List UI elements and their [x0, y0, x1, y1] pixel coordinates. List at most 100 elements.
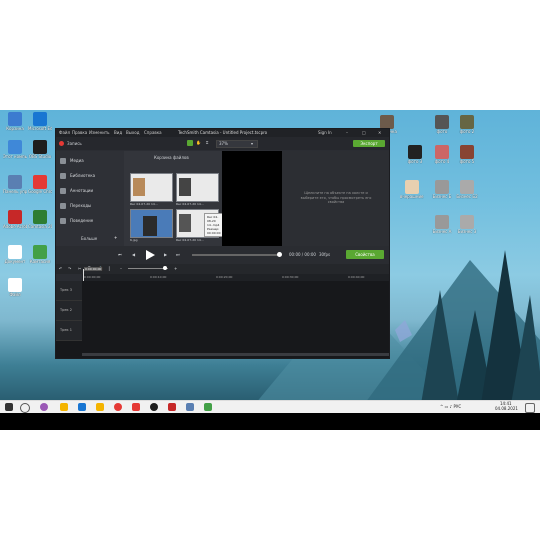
right-desktop-icon[interactable]: фото 5	[455, 145, 479, 164]
left-desktop-icon[interactable]: Microsoft Edge	[28, 112, 52, 131]
desktop-icon-label: Корзина	[6, 126, 24, 131]
search-icon[interactable]	[20, 403, 30, 413]
desktop-icon-image	[8, 175, 22, 189]
scrub-handle[interactable]	[277, 252, 282, 257]
track-label: Трек 1	[60, 328, 72, 332]
sidebar-item-library[interactable]: Библиотека	[58, 171, 122, 181]
more-button[interactable]: Больше	[81, 236, 97, 241]
zoom-select[interactable]: 37% ▾	[216, 140, 258, 148]
start-icon[interactable]	[5, 403, 13, 411]
track-header[interactable]: Трек 1	[56, 321, 82, 341]
sidebar-item-annotations[interactable]: Аннотации	[58, 186, 122, 196]
cortana-icon[interactable]	[40, 403, 48, 411]
folder-icon[interactable]	[96, 403, 104, 411]
title-bar: Файл Правка Изменить Вид Выход Справка T…	[56, 129, 389, 137]
redo-icon[interactable]: ↷	[68, 266, 71, 271]
youtube-icon[interactable]	[132, 403, 140, 411]
rewind-icon[interactable]: ⏮	[118, 252, 122, 257]
right-desktop-icon[interactable]: фото 4	[430, 145, 454, 164]
left-desktop-icon[interactable]: Корзина	[3, 112, 27, 131]
add-icon[interactable]: +	[114, 235, 117, 240]
tray-icons[interactable]: ^ ▭ ♪ РУС	[440, 404, 461, 409]
sidebar-item-media[interactable]: Медиа	[58, 156, 122, 166]
thumbnail-preview	[179, 178, 191, 196]
menu-help[interactable]: Справка	[144, 130, 162, 135]
hand-tool-icon[interactable]: ✋	[196, 140, 201, 145]
left-desktop-icon[interactable]: Этот компьютер	[3, 140, 27, 159]
close-icon[interactable]: ✕	[378, 130, 381, 135]
crop-tool-icon[interactable]: ⌗	[206, 140, 208, 145]
left-desktop-icon[interactable]: OBS Studio	[28, 140, 52, 159]
timeline-zoom-handle[interactable]	[163, 266, 167, 270]
share-button[interactable]: Экспорт	[353, 140, 385, 147]
playhead-time: 0:00:00;00	[84, 267, 103, 271]
timeline-zoom-slider[interactable]	[128, 268, 168, 269]
desktop-icon-image	[33, 140, 47, 154]
obs-icon[interactable]	[150, 403, 158, 411]
menu-edit[interactable]: Правка	[72, 130, 87, 135]
tooltip-line: Rec 04-08-20 14..mp4	[207, 215, 220, 227]
select-tool-icon[interactable]	[187, 140, 193, 146]
maximize-icon[interactable]: □	[362, 130, 366, 135]
explorer-icon[interactable]	[60, 403, 68, 411]
fps-display: 30fps	[319, 252, 331, 257]
left-desktop-icon[interactable]: Камтасия	[28, 245, 52, 264]
track-header[interactable]: Трек 2	[56, 301, 82, 321]
acrobat-icon[interactable]	[168, 403, 176, 411]
canvas-preview[interactable]	[222, 151, 282, 246]
right-desktop-icon[interactable]: фото 3	[403, 145, 427, 164]
right-desktop-icon[interactable]: вчерашние статьи	[400, 180, 424, 199]
menu-modify[interactable]: Изменить	[89, 130, 110, 135]
right-desktop-icon[interactable]: фото 2	[455, 115, 479, 134]
desktop-icon-label: Панель управления	[3, 189, 27, 194]
app-icon[interactable]	[186, 403, 194, 411]
right-desktop-icon[interactable]: фото	[430, 115, 454, 134]
left-desktop-icon[interactable]: Adobe Acrobat	[3, 210, 27, 229]
right-desktop-icon[interactable]: Бизнес Б2	[455, 180, 479, 199]
right-desktop-icon[interactable]: Бизнес 3	[455, 215, 479, 234]
media-thumbnail[interactable]	[176, 173, 219, 202]
clock-date[interactable]: 04.08.2021	[495, 406, 518, 411]
step-back-icon[interactable]: ◀	[132, 252, 135, 257]
left-desktop-icon[interactable]: Панель управления	[3, 175, 27, 194]
media-bin-title: Корзина файлов	[154, 155, 189, 160]
left-desktop-icon[interactable]: Документ	[3, 245, 27, 264]
split-icon[interactable]: ⎮	[108, 266, 110, 271]
left-desktop-icon[interactable]: Camtasia 2019	[28, 210, 52, 229]
menu-file[interactable]: Файл	[59, 130, 70, 135]
right-desktop-icon[interactable]: Бизнес Б	[430, 180, 454, 199]
play-icon[interactable]	[146, 250, 155, 260]
tools-sidebar: Медиа Библиотека Аннотации Переходы Пове…	[56, 151, 124, 246]
right-desktop-icon[interactable]: Бизнес А	[430, 215, 454, 234]
minimize-icon[interactable]: –	[346, 130, 348, 135]
media-thumbnail[interactable]	[130, 209, 173, 238]
left-desktop-icon[interactable]: Google Chrome	[28, 175, 52, 194]
left-desktop-icon[interactable]: Файл	[3, 278, 27, 297]
sign-in-link[interactable]: Sign In	[318, 130, 332, 135]
scrub-bar[interactable]	[192, 254, 280, 256]
notifications-icon[interactable]	[525, 403, 535, 413]
camtasia-taskbar-icon[interactable]	[204, 403, 212, 411]
desktop-icon-label: Бизнес Б	[432, 194, 452, 199]
record-icon[interactable]	[59, 141, 64, 146]
zoom-in-icon[interactable]: +	[174, 266, 177, 271]
edge-icon[interactable]	[78, 403, 86, 411]
zoom-out-icon[interactable]: –	[120, 266, 122, 271]
forward-icon[interactable]: ⏭	[176, 252, 180, 257]
properties-button[interactable]: Свойства	[346, 250, 384, 259]
step-forward-icon[interactable]: ▶	[164, 252, 167, 257]
timeline-tick: 0:00:20;00	[216, 275, 233, 279]
menu-view[interactable]: Вид	[114, 130, 122, 135]
cut-icon[interactable]: ✂	[78, 266, 81, 271]
sidebar-item-behaviors[interactable]: Поведение	[58, 216, 122, 226]
menu-exit[interactable]: Выход	[126, 130, 139, 135]
media-icon	[60, 158, 66, 164]
undo-icon[interactable]: ↶	[59, 266, 62, 271]
media-thumbnail[interactable]	[130, 173, 173, 202]
sidebar-item-transitions[interactable]: Переходы	[58, 201, 122, 211]
record-button[interactable]: Запись	[67, 141, 82, 146]
chrome-icon[interactable]	[114, 403, 122, 411]
desktop-icon-label: Бизнес 3	[457, 229, 477, 234]
track-header[interactable]: Трек 3	[56, 281, 82, 301]
timeline-scrollbar[interactable]	[82, 353, 389, 356]
